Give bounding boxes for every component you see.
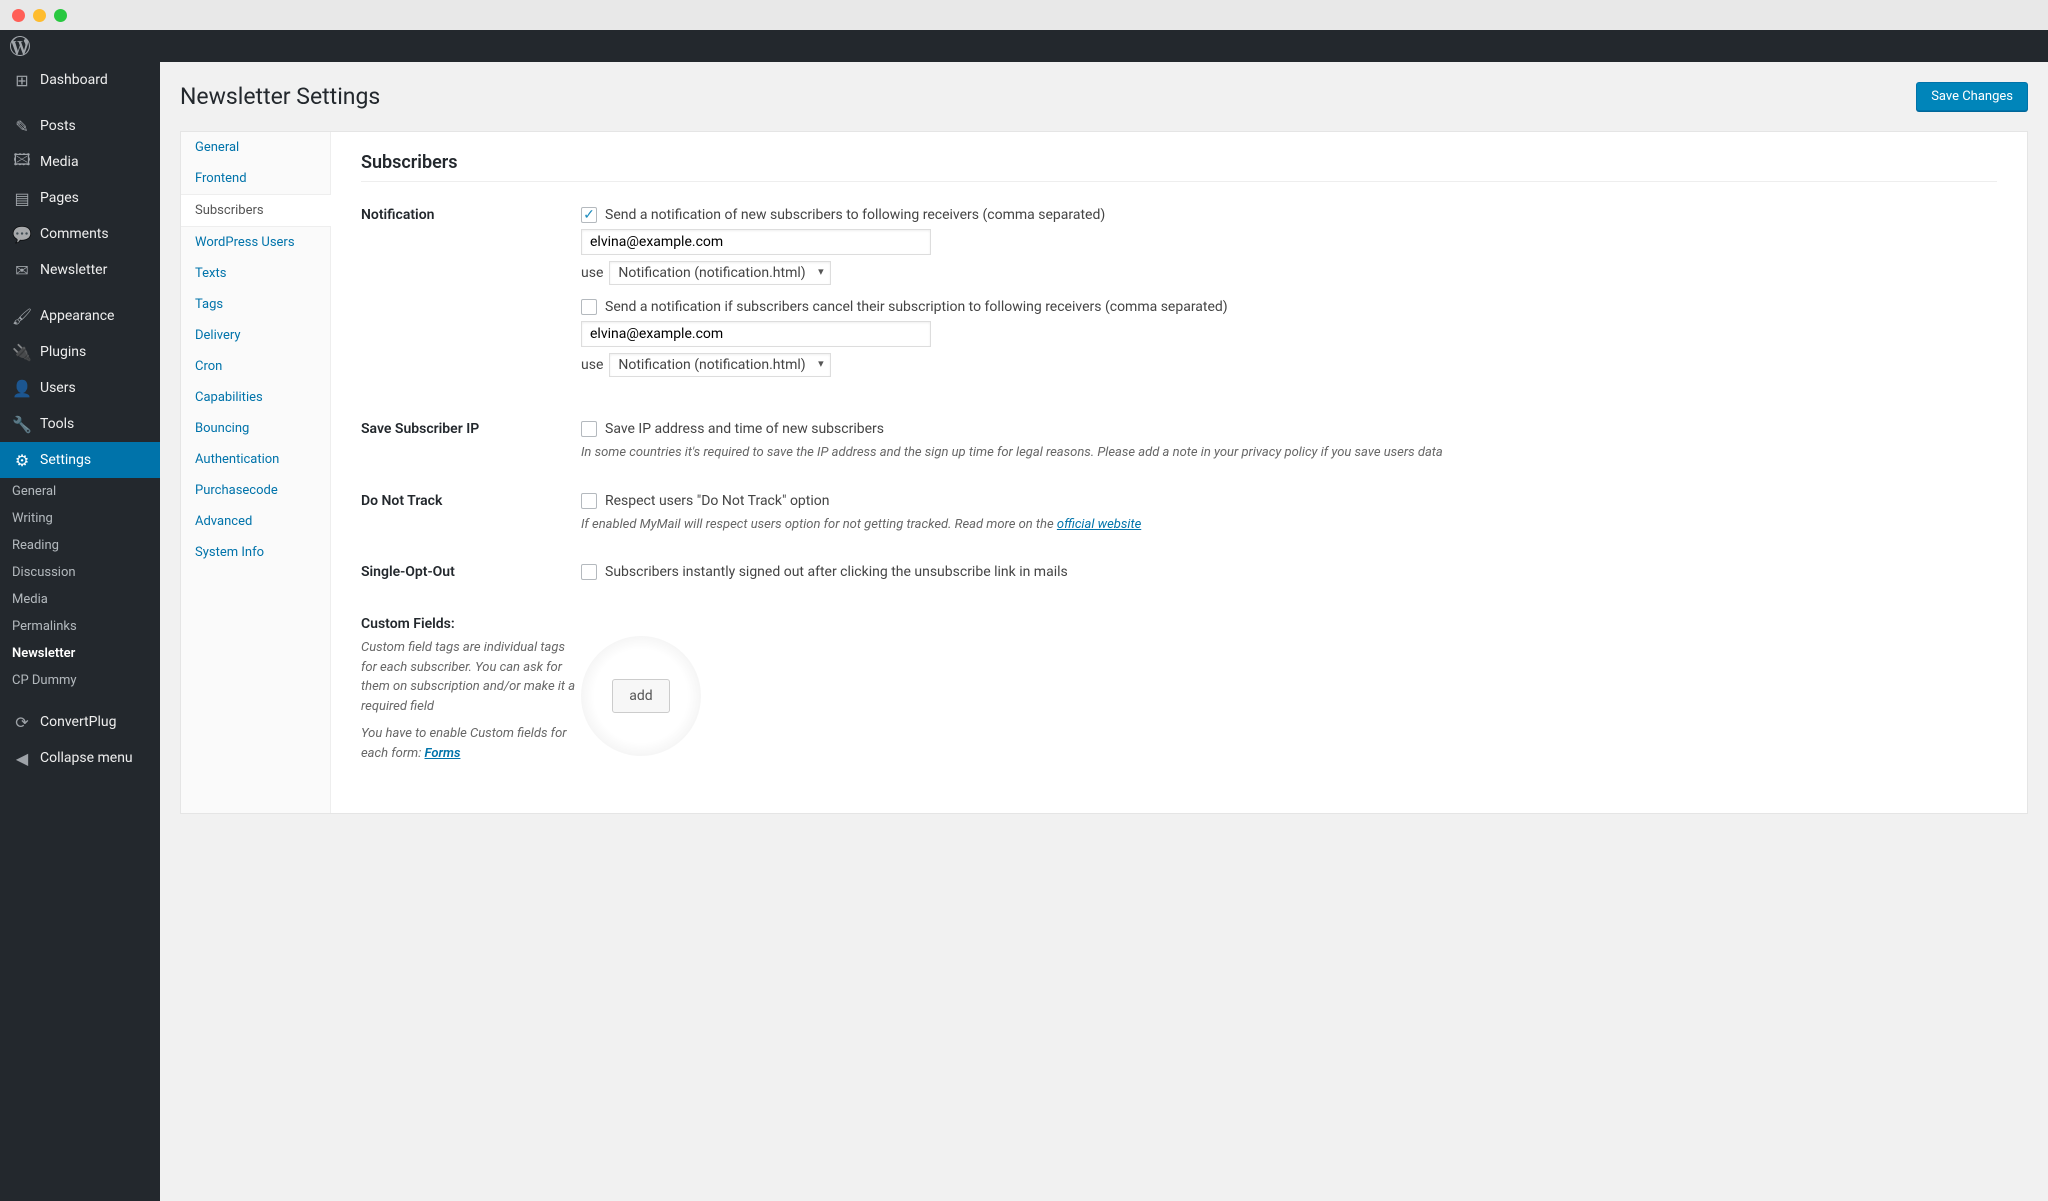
vtab-system-info[interactable]: System Info xyxy=(181,537,330,568)
notification-cancel-template-select[interactable]: Notification (notification.html) xyxy=(609,353,830,377)
dnt-link[interactable]: official website xyxy=(1057,517,1141,532)
dnt-checkbox[interactable] xyxy=(581,493,597,509)
save-changes-button[interactable]: Save Changes xyxy=(1916,82,2028,111)
window-close-icon[interactable] xyxy=(12,9,25,22)
sidebar-item-pages[interactable]: ▤Pages xyxy=(0,180,160,216)
custom-fields-label: Custom Fields: xyxy=(361,616,581,632)
vtab-authentication[interactable]: Authentication xyxy=(181,444,330,475)
vtab-delivery[interactable]: Delivery xyxy=(181,320,330,351)
save-ip-text: Save IP address and time of new subscrib… xyxy=(605,421,884,437)
sidebar-item-dashboard[interactable]: ⊞Dashboard xyxy=(0,62,160,98)
wordpress-logo-icon[interactable] xyxy=(10,36,30,56)
custom-fields-desc2: You have to enable Custom fields for eac… xyxy=(361,724,581,763)
notification-cancel-checkbox[interactable] xyxy=(581,299,597,315)
admin-topbar xyxy=(0,30,2048,62)
dnt-desc: If enabled MyMail will respect users opt… xyxy=(581,515,1997,535)
gear-icon: ⚙ xyxy=(12,450,32,470)
sidebar-subitem-reading[interactable]: Reading xyxy=(0,532,160,559)
sidebar-subitem-permalinks[interactable]: Permalinks xyxy=(0,613,160,640)
page-icon: ▤ xyxy=(12,188,32,208)
highlight-circle: add xyxy=(581,636,701,756)
vertical-tabs: General Frontend Subscribers WordPress U… xyxy=(181,132,331,813)
vtab-advanced[interactable]: Advanced xyxy=(181,506,330,537)
use-label-2: use xyxy=(581,357,603,373)
convertplug-icon: ⟳ xyxy=(12,712,32,732)
sidebar-item-appearance[interactable]: 🖌Appearance xyxy=(0,298,160,334)
save-ip-desc: In some countries it's required to save … xyxy=(581,443,1997,463)
save-ip-label: Save Subscriber IP xyxy=(361,421,581,463)
notification-cancel-email-input[interactable] xyxy=(581,321,931,347)
window-titlebar xyxy=(0,0,2048,30)
dashboard-icon: ⊞ xyxy=(12,70,32,90)
forms-link[interactable]: Forms xyxy=(425,746,461,761)
dnt-label: Do Not Track xyxy=(361,493,581,535)
media-icon: 🖾 xyxy=(12,152,32,172)
notification-label: Notification xyxy=(361,207,581,391)
vtab-texts[interactable]: Texts xyxy=(181,258,330,289)
sidebar-item-settings[interactable]: ⚙Settings xyxy=(0,442,160,478)
sidebar-item-collapse[interactable]: ◀Collapse menu xyxy=(0,740,160,776)
admin-sidebar: ⊞Dashboard ✎Posts 🖾Media ▤Pages 💬Comment… xyxy=(0,62,160,1201)
sidebar-item-tools[interactable]: 🔧Tools xyxy=(0,406,160,442)
notification-new-checkbox[interactable]: ✓ xyxy=(581,207,597,223)
envelope-icon: ✉ xyxy=(12,260,32,280)
window-maximize-icon[interactable] xyxy=(54,9,67,22)
vtab-purchasecode[interactable]: Purchasecode xyxy=(181,475,330,506)
use-label-1: use xyxy=(581,265,603,281)
single-opt-out-label: Single-Opt-Out xyxy=(361,564,581,586)
save-ip-checkbox[interactable] xyxy=(581,421,597,437)
dnt-text: Respect users "Do Not Track" option xyxy=(605,493,830,509)
add-custom-field-button[interactable]: add xyxy=(612,679,669,713)
vtab-capabilities[interactable]: Capabilities xyxy=(181,382,330,413)
window-minimize-icon[interactable] xyxy=(33,9,46,22)
vtab-bouncing[interactable]: Bouncing xyxy=(181,413,330,444)
single-opt-out-checkbox[interactable] xyxy=(581,564,597,580)
sidebar-item-convertplug[interactable]: ⟳ConvertPlug xyxy=(0,704,160,740)
single-opt-out-text: Subscribers instantly signed out after c… xyxy=(605,564,1068,580)
vtab-subscribers[interactable]: Subscribers xyxy=(181,194,331,227)
sidebar-item-newsletter[interactable]: ✉Newsletter xyxy=(0,252,160,288)
sidebar-subitem-newsletter[interactable]: Newsletter xyxy=(0,640,160,667)
brush-icon: 🖌 xyxy=(12,306,32,326)
plug-icon: 🔌 xyxy=(12,342,32,362)
sidebar-item-users[interactable]: 👤Users xyxy=(0,370,160,406)
settings-panel: General Frontend Subscribers WordPress U… xyxy=(180,131,2028,814)
sidebar-item-media[interactable]: 🖾Media xyxy=(0,144,160,180)
notification-new-text: Send a notification of new subscribers t… xyxy=(605,207,1105,223)
collapse-icon: ◀ xyxy=(12,748,32,768)
vtab-frontend[interactable]: Frontend xyxy=(181,163,330,194)
vtab-cron[interactable]: Cron xyxy=(181,351,330,382)
sidebar-subitem-writing[interactable]: Writing xyxy=(0,505,160,532)
pin-icon: ✎ xyxy=(12,116,32,136)
custom-fields-desc1: Custom field tags are individual tags fo… xyxy=(361,638,581,716)
content-area: Newsletter Settings Save Changes General… xyxy=(160,62,2048,1201)
sidebar-subitem-cp-dummy[interactable]: CP Dummy xyxy=(0,667,160,694)
vtab-tags[interactable]: Tags xyxy=(181,289,330,320)
section-title: Subscribers xyxy=(361,152,1997,182)
notification-new-template-select[interactable]: Notification (notification.html) xyxy=(609,261,830,285)
page-title: Newsletter Settings xyxy=(180,83,380,110)
sidebar-item-comments[interactable]: 💬Comments xyxy=(0,216,160,252)
sidebar-subitem-discussion[interactable]: Discussion xyxy=(0,559,160,586)
wrench-icon: 🔧 xyxy=(12,414,32,434)
notification-new-email-input[interactable] xyxy=(581,229,931,255)
comment-icon: 💬 xyxy=(12,224,32,244)
notification-cancel-text: Send a notification if subscribers cance… xyxy=(605,299,1228,315)
vtab-general[interactable]: General xyxy=(181,132,330,163)
vtab-wordpress-users[interactable]: WordPress Users xyxy=(181,227,330,258)
sidebar-subitem-media[interactable]: Media xyxy=(0,586,160,613)
sidebar-item-posts[interactable]: ✎Posts xyxy=(0,108,160,144)
sidebar-item-plugins[interactable]: 🔌Plugins xyxy=(0,334,160,370)
sidebar-subitem-general[interactable]: General xyxy=(0,478,160,505)
user-icon: 👤 xyxy=(12,378,32,398)
